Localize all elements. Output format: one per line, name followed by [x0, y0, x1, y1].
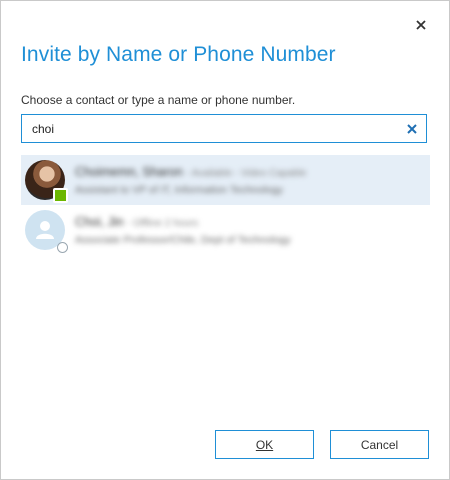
contact-photo — [25, 160, 68, 203]
default-person-icon — [25, 210, 68, 253]
ok-label: OK — [255, 437, 274, 452]
result-text: Choimemn, Sharon - Available - Video Cap… — [75, 165, 306, 196]
contact-status: - Available - Video Capable — [186, 167, 307, 179]
cancel-button[interactable]: Cancel — [330, 430, 429, 459]
ok-button[interactable]: OK — [215, 430, 314, 459]
search-box — [21, 114, 427, 143]
result-text: Choi, Jin - Offline 2 hours Associate Pr… — [75, 215, 291, 246]
dialog-title: Invite by Name or Phone Number — [21, 43, 336, 66]
contact-name-line: Choi, Jin - Offline 2 hours — [75, 215, 291, 229]
cancel-label: Cancel — [360, 437, 399, 452]
close-button[interactable] — [411, 15, 431, 35]
close-icon — [416, 20, 426, 30]
contact-name-line: Choimemn, Sharon - Available - Video Cap… — [75, 165, 306, 179]
contact-status: - Offline 2 hours — [127, 217, 199, 229]
results-list: Choimemn, Sharon - Available - Video Cap… — [21, 155, 430, 255]
invite-dialog: Invite by Name or Phone Number Choose a … — [0, 0, 450, 480]
contact-name: Choi, Jin — [75, 214, 124, 229]
contact-name: Choimemn, Sharon — [75, 164, 183, 179]
clear-icon — [407, 123, 417, 134]
instruction-text: Choose a contact or type a name or phone… — [21, 93, 296, 107]
contact-detail: Associate Professor/Chile, Dept of Techn… — [75, 233, 291, 246]
clear-search-button[interactable] — [398, 115, 426, 142]
presence-available-icon — [53, 188, 68, 203]
result-row-2[interactable]: Choi, Jin - Offline 2 hours Associate Pr… — [21, 205, 430, 255]
result-row-1[interactable]: Choimemn, Sharon - Available - Video Cap… — [21, 155, 430, 205]
search-input[interactable] — [32, 116, 398, 141]
contact-detail: Assistant to VP of IT, Information Techn… — [75, 183, 283, 196]
presence-unknown-icon — [57, 242, 68, 253]
